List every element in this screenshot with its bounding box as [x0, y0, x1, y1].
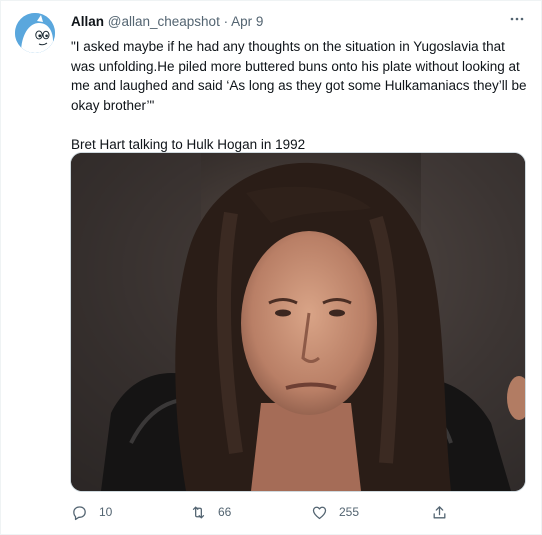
share-button[interactable]	[431, 501, 448, 523]
tweet-photo[interactable]	[70, 152, 526, 492]
avatar-cartoon-icon	[15, 13, 55, 53]
reply-icon	[71, 504, 88, 521]
tweet-date[interactable]: Apr 9	[231, 14, 263, 29]
reply-count: 10	[99, 505, 113, 519]
reply-button[interactable]: 10	[71, 501, 112, 523]
tweet-card[interactable]: Allan @allan_cheapshot · Apr 9 "I asked …	[0, 0, 542, 535]
retweet-button[interactable]: 66	[190, 501, 231, 523]
tweet-header: Allan @allan_cheapshot · Apr 9	[71, 13, 525, 31]
retweet-count: 66	[218, 505, 232, 519]
like-count: 255	[339, 505, 360, 519]
author-handle[interactable]: @allan_cheapshot	[108, 14, 220, 29]
tweet-text: "I asked maybe if he had any thoughts on…	[71, 39, 527, 152]
tweet-actions: 10 66 255	[71, 501, 491, 523]
photo-portrait-image	[71, 153, 525, 491]
heart-icon	[311, 504, 328, 521]
like-button[interactable]: 255	[311, 501, 359, 523]
more-horizontal-icon[interactable]	[507, 11, 527, 27]
author-name[interactable]: Allan	[71, 14, 104, 29]
share-icon	[431, 504, 448, 521]
avatar[interactable]	[15, 13, 55, 53]
header-separator: ·	[223, 14, 229, 29]
retweet-icon	[190, 504, 207, 521]
